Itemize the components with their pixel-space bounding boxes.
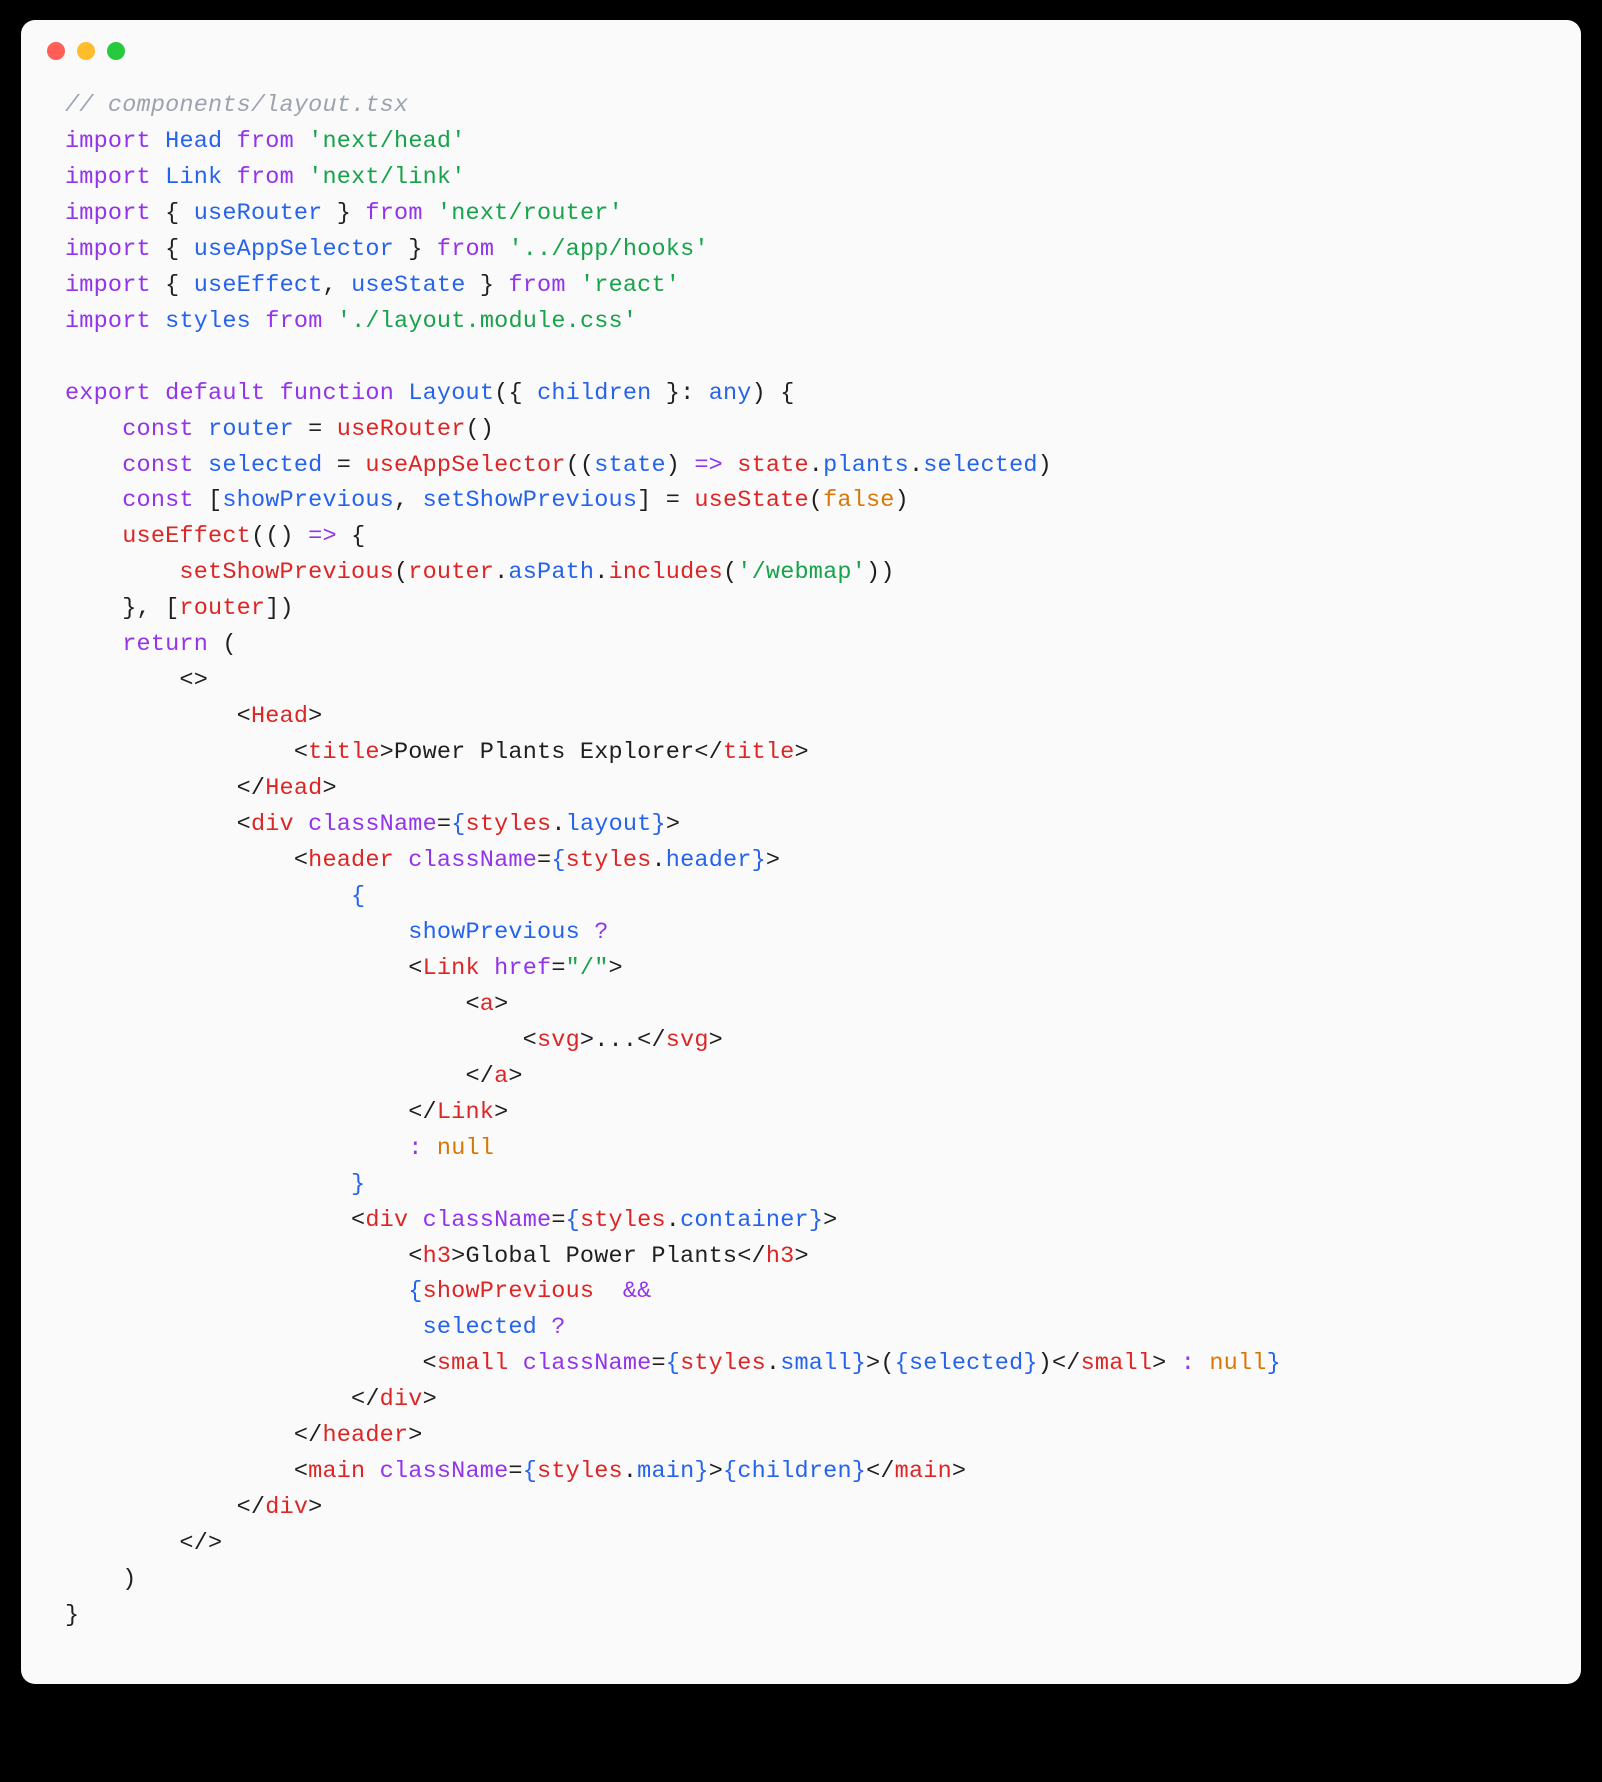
code-block: // components/layout.tsx import Head fro… — [21, 70, 1581, 1644]
maximize-icon[interactable] — [107, 42, 125, 60]
file-comment: // components/layout.tsx — [65, 92, 408, 119]
code-window: // components/layout.tsx import Head fro… — [21, 20, 1581, 1684]
close-icon[interactable] — [47, 42, 65, 60]
minimize-icon[interactable] — [77, 42, 95, 60]
window-titlebar — [21, 20, 1581, 70]
